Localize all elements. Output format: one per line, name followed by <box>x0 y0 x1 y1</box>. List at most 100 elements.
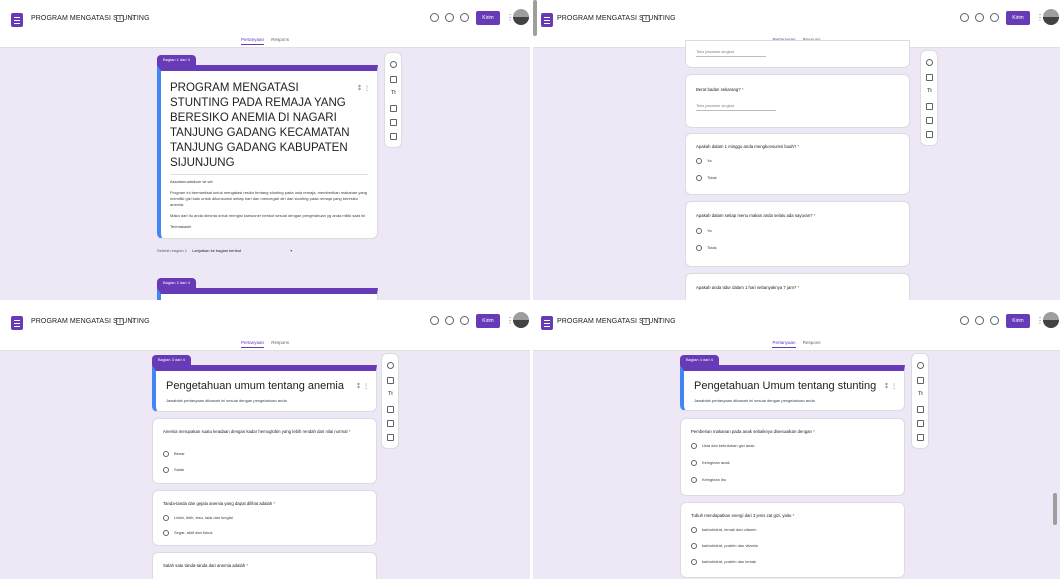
forms-icon[interactable] <box>541 13 553 27</box>
greeting-text[interactable]: Assalamualaikum wr.wb <box>170 179 368 185</box>
radio-icon[interactable] <box>691 543 697 549</box>
send-button[interactable]: Kirim <box>476 314 500 328</box>
chevron-down-icon[interactable]: ▾ <box>290 248 292 253</box>
settings-icon[interactable] <box>460 13 469 22</box>
add-question-icon[interactable] <box>390 61 397 68</box>
tab-responses[interactable]: Respons <box>271 340 289 347</box>
add-image-icon[interactable] <box>926 103 933 110</box>
add-title-icon[interactable]: Tt <box>390 90 397 97</box>
add-video-icon[interactable] <box>387 420 394 427</box>
import-icon[interactable] <box>926 74 933 81</box>
palette-icon[interactable] <box>430 13 439 22</box>
preview-icon[interactable] <box>445 316 454 325</box>
radio-option[interactable]: Ya <box>696 158 712 164</box>
scrollbar[interactable] <box>1053 493 1057 525</box>
settings-icon[interactable] <box>460 316 469 325</box>
thanks-text[interactable]: Terimakasih <box>170 224 368 230</box>
add-section-icon[interactable] <box>390 133 397 140</box>
radio-option[interactable]: Segar, aktif dan fokus <box>163 530 212 536</box>
section-menu-icon[interactable]: ⋮ <box>363 383 369 390</box>
radio-icon[interactable] <box>696 228 702 234</box>
add-question-icon[interactable] <box>387 362 394 369</box>
collapse-icon[interactable]: ⁑ <box>358 85 361 92</box>
radio-icon[interactable] <box>163 515 169 521</box>
question-card-previous[interactable]: Teks jawaban singkat <box>685 40 910 68</box>
add-video-icon[interactable] <box>926 117 933 124</box>
add-section-icon[interactable] <box>917 434 924 441</box>
radio-option[interactable]: karbohidrat, protein dan vitamin <box>691 543 758 549</box>
question-text[interactable]: Tanda-tanda dan gejala anemia yang dapat… <box>163 501 275 507</box>
avatar[interactable] <box>1043 312 1059 328</box>
question-card-fruit[interactable]: Apakah dalam 1 minggu anda mengkonsumsi … <box>685 133 910 195</box>
after-section-row[interactable]: Setelah bagian 1 Lanjutkan ke bagian ber… <box>157 248 292 253</box>
question-card-weight[interactable]: Berat badan sekarang? * Teks jawaban sin… <box>685 74 910 128</box>
radio-icon[interactable] <box>696 245 702 251</box>
question-card-sleep[interactable]: Apakah anda tidur dalam 1 hari sebanyakn… <box>685 273 910 300</box>
add-image-icon[interactable] <box>390 105 397 112</box>
radio-icon[interactable] <box>696 158 702 164</box>
section-title[interactable]: Pengetahuan Umum tentang stunting <box>694 380 894 392</box>
radio-option[interactable]: Lelah, letih, lesu, lalai dan lunglai <box>163 515 233 521</box>
star-icon[interactable]: ☆ <box>128 315 136 326</box>
section-description[interactable]: Jawablah pertanyaan dibawah ini sesuai d… <box>166 398 366 404</box>
radio-option[interactable]: Tidak <box>696 245 717 251</box>
folder-icon[interactable] <box>116 15 124 22</box>
add-title-icon[interactable]: Tt <box>926 88 933 95</box>
tab-questions[interactable]: Pertanyaan <box>240 340 264 348</box>
question-text[interactable]: Anemia merupakan suatu keadaan dengan ka… <box>163 429 358 435</box>
radio-icon[interactable] <box>163 467 169 473</box>
add-image-icon[interactable] <box>387 406 394 413</box>
forms-icon[interactable] <box>11 316 23 330</box>
import-icon[interactable] <box>390 76 397 83</box>
form-heading[interactable]: PROGRAM MENGATASI STUNTING PADA REMAJA Y… <box>170 81 356 171</box>
section-menu-icon[interactable]: ⋮ <box>891 383 897 390</box>
settings-icon[interactable] <box>990 316 999 325</box>
forms-icon[interactable] <box>541 316 553 330</box>
radio-icon[interactable] <box>691 527 697 533</box>
send-button[interactable]: Kirim <box>1006 11 1030 25</box>
star-icon[interactable]: ☆ <box>128 12 136 23</box>
question-text[interactable]: Tubuh mendapatkan energi dari 3 jenis za… <box>691 513 794 519</box>
radio-option[interactable]: Benar <box>163 451 185 457</box>
preview-icon[interactable] <box>445 13 454 22</box>
add-image-icon[interactable] <box>917 406 924 413</box>
scrollbar[interactable] <box>533 0 537 36</box>
radio-option[interactable]: karbohidrat, lemak dan vitamin <box>691 527 756 533</box>
add-question-icon[interactable] <box>926 59 933 66</box>
short-answer-input[interactable]: Teks jawaban singkat <box>696 49 766 57</box>
description-text[interactable]: Program ini bermanfaat untuk mengatasi r… <box>170 190 368 208</box>
add-video-icon[interactable] <box>917 420 924 427</box>
radio-icon[interactable] <box>691 460 697 466</box>
section-header-card[interactable]: Pengetahuan umum tentang anemia Jawablah… <box>152 365 377 412</box>
after-section-select[interactable]: Lanjutkan ke bagian berikut <box>192 248 241 253</box>
question-text[interactable]: Salah satu tanda-tanda dari anemia adala… <box>163 563 248 569</box>
question-card-vegetables[interactable]: Apakah dalam setiap menu makan anda sela… <box>685 201 910 267</box>
folder-icon[interactable] <box>642 15 650 22</box>
next-section-card[interactable] <box>157 288 378 300</box>
instruction-text[interactable]: Maka dari itu anda diminta untuk mengisi… <box>170 213 368 219</box>
collapse-icon[interactable]: ⁑ <box>885 383 888 390</box>
add-question-icon[interactable] <box>917 362 924 369</box>
section-title[interactable]: Pengetahuan umum tentang anemia <box>166 380 366 392</box>
avatar[interactable] <box>513 312 529 328</box>
avatar[interactable] <box>1043 9 1059 25</box>
question-card-anemia-definition[interactable]: Anemia merupakan suatu keadaan dengan ka… <box>152 418 377 484</box>
radio-icon[interactable] <box>691 559 697 565</box>
avatar[interactable] <box>513 9 529 25</box>
palette-icon[interactable] <box>960 316 969 325</box>
question-text[interactable]: Berat badan sekarang? * <box>696 87 744 93</box>
import-icon[interactable] <box>917 377 924 384</box>
palette-icon[interactable] <box>960 13 969 22</box>
add-video-icon[interactable] <box>390 119 397 126</box>
add-section-icon[interactable] <box>926 131 933 138</box>
collapse-icon[interactable]: ⁑ <box>357 383 360 390</box>
radio-icon[interactable] <box>691 477 697 483</box>
question-text[interactable]: Apakah dalam setiap menu makan anda sela… <box>696 213 815 219</box>
radio-option[interactable]: Keinginan ibu <box>691 477 726 483</box>
folder-icon[interactable] <box>116 318 124 325</box>
question-card-anemia-signs[interactable]: Salah satu tanda-tanda dari anemia adala… <box>152 552 377 579</box>
folder-icon[interactable] <box>642 318 650 325</box>
send-button[interactable]: Kirim <box>1006 314 1030 328</box>
preview-icon[interactable] <box>975 13 984 22</box>
send-button[interactable]: Kirim <box>476 11 500 25</box>
